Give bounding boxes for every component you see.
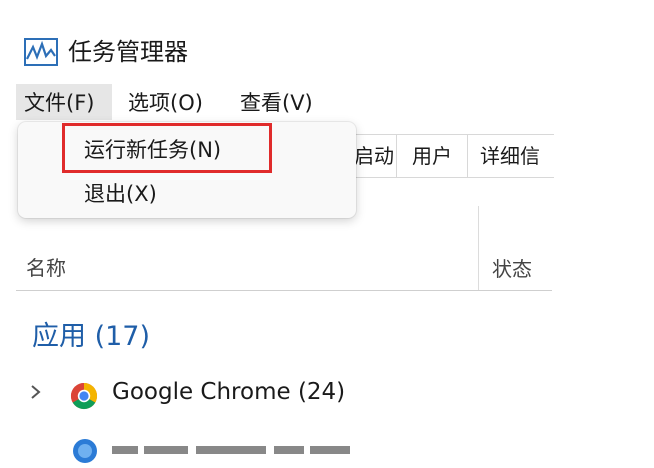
menu-options[interactable]: 选项(O) <box>128 88 203 118</box>
task-manager-icon <box>24 38 58 66</box>
app-icon <box>73 439 97 463</box>
partial-row-glyphs <box>112 446 350 454</box>
column-divider[interactable] <box>478 206 479 290</box>
chrome-icon <box>70 382 98 410</box>
menu-file[interactable]: 文件(F) <box>24 88 94 118</box>
tab-strip: 启动 用户 详细信 <box>340 134 554 178</box>
menu-view[interactable]: 查看(V) <box>240 88 313 118</box>
window-title: 任务管理器 <box>68 38 188 66</box>
column-header-status[interactable]: 状态 <box>492 253 532 282</box>
header-divider <box>16 290 552 291</box>
run-new-task-highlight <box>62 123 272 173</box>
menu-item-exit[interactable]: 退出(X) <box>84 179 157 209</box>
tab-users[interactable]: 用户 <box>397 135 468 177</box>
column-header-name[interactable]: 名称 <box>26 252 66 281</box>
row-google-chrome[interactable]: Google Chrome (24) <box>112 379 345 405</box>
tab-details[interactable]: 详细信 <box>468 135 570 177</box>
row-partial[interactable] <box>112 436 372 454</box>
group-apps-header: 应用 (17) <box>32 321 151 352</box>
chevron-right-icon[interactable] <box>26 382 46 402</box>
